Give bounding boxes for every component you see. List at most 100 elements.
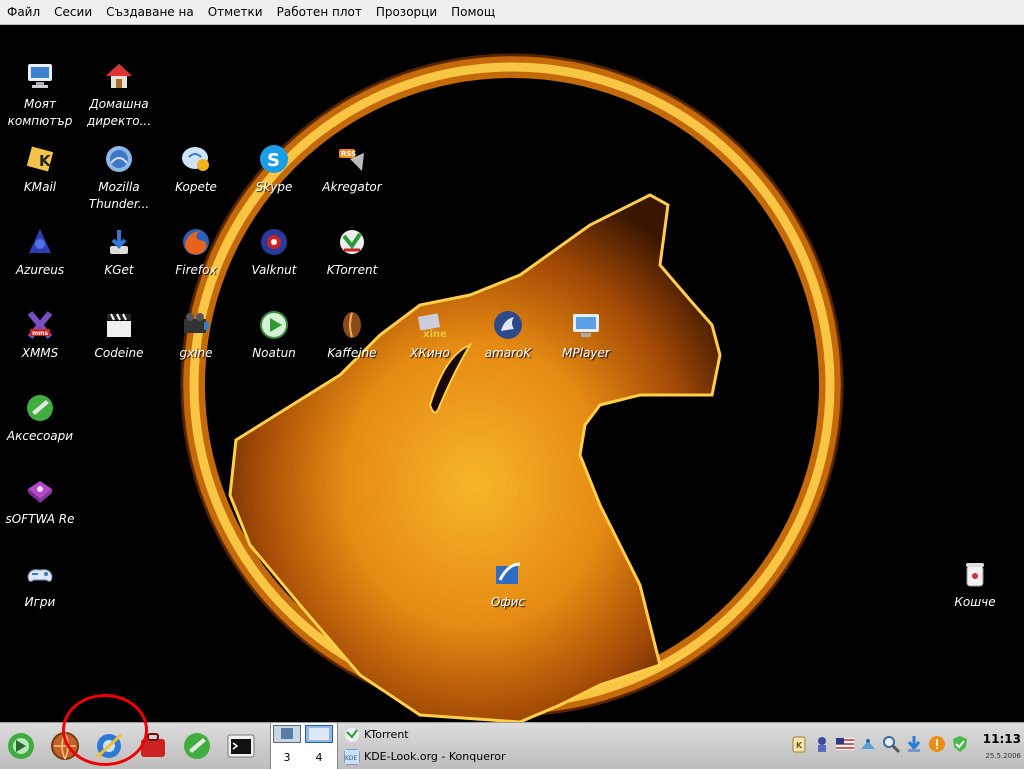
desktop-icon-label: Офис: [490, 595, 526, 609]
desktop-icon-label: Codeine: [94, 346, 144, 360]
desktop-icon-amarok[interactable]: amaroK: [469, 309, 547, 362]
kde-look-icon: KDE: [344, 749, 360, 765]
desktop-icon-label: Mozilla Thunder...: [88, 180, 150, 211]
ktorrent-icon: [345, 728, 359, 742]
pager-thumbnail-3[interactable]: [273, 725, 301, 743]
desktop-icon-software[interactable]: sOFTWA Re: [1, 475, 79, 528]
desktop-icon-my-computer[interactable]: Моят компютър: [1, 60, 79, 130]
desktop-icon-kopete[interactable]: Kopete: [157, 143, 235, 196]
desktop-icon-label: XMMS: [21, 346, 59, 360]
svg-text:K: K: [39, 152, 52, 170]
desktop-icon-label: Noatun: [252, 346, 296, 360]
desktop-icon-home[interactable]: Домашна директо...: [80, 60, 158, 130]
desktop-icon-label: Kaffeine: [327, 346, 377, 360]
clock[interactable]: 11:13 25.5.2006: [981, 732, 1021, 760]
desktop-icon-label: XКино: [410, 346, 450, 360]
menu-sessions[interactable]: Сесии: [47, 0, 99, 24]
desktop-icon-label: Skype: [255, 180, 293, 194]
home-folder-icon: [106, 64, 132, 88]
search-icon[interactable]: [882, 735, 900, 753]
desktop-icon-firefox[interactable]: Firefox: [157, 226, 235, 279]
svg-text:xine: xine: [423, 329, 446, 340]
desktop-icon-label: KTorrent: [326, 263, 378, 277]
desktop-icon-kmail[interactable]: K KMail: [1, 143, 79, 196]
amarok-icon: [494, 311, 522, 339]
desktop-icon-label: Valknut: [251, 263, 297, 277]
skype-icon: S: [260, 145, 288, 173]
desktop-icon-valknut[interactable]: Valknut: [235, 226, 313, 279]
task-label: KDE-Look.org - Konqueror: [364, 750, 506, 763]
thunderbird-icon: [106, 146, 132, 172]
valknut-icon: [261, 229, 287, 255]
pager-desktop-3[interactable]: 3: [271, 747, 303, 769]
check-shield-icon[interactable]: [951, 735, 969, 753]
desktop-icon-label: Azureus: [15, 263, 65, 277]
mplayer-icon: [573, 314, 599, 337]
desktop-icon-akregator[interactable]: RSS Akregator: [313, 143, 391, 196]
alert-icon[interactable]: [928, 735, 946, 753]
desktop-icon-trash[interactable]: Кошче: [936, 558, 1014, 611]
menubar: Файл Сесии Създаване на Отметки Работен …: [0, 0, 1024, 25]
desktop-icon-label: Kopete: [175, 180, 217, 194]
desktop-icon-xkino[interactable]: xine XКино: [391, 309, 469, 362]
us-flag-icon[interactable]: [836, 735, 854, 753]
desktop-icon-azureus[interactable]: Azureus: [1, 226, 79, 279]
menu-bookmarks[interactable]: Отметки: [201, 0, 270, 24]
task-konqueror[interactable]: KDE KDE-Look.org - Konqueror: [344, 747, 506, 767]
robot-icon[interactable]: [813, 735, 831, 753]
menu-desktop[interactable]: Работен плот: [270, 0, 369, 24]
desktop-icon-ktorrent[interactable]: KTorrent: [313, 226, 391, 279]
desktop-icon-label: sOFTWA Re: [5, 512, 75, 526]
menu-new[interactable]: Създаване на: [99, 0, 201, 24]
kopete-icon: [182, 147, 209, 171]
ktorrent-icon: [340, 230, 364, 254]
coffee-bean-icon: [343, 312, 361, 338]
desktop-icon-thunderbird[interactable]: Mozilla Thunder...: [80, 143, 158, 213]
menu-windows[interactable]: Прозорци: [369, 0, 444, 24]
svg-text:KDE: KDE: [345, 755, 358, 762]
debian-package-icon: [28, 481, 52, 503]
firefox-icon: [183, 229, 209, 255]
klipper-icon[interactable]: K: [790, 735, 808, 753]
desktop-icon-label: Домашна директо...: [86, 97, 152, 128]
desktop-icon-gxine[interactable]: gxine: [157, 309, 235, 362]
desktop-icon-mplayer[interactable]: MPlayer: [547, 309, 625, 362]
menu-help[interactable]: Помощ: [444, 0, 502, 24]
red-highlight-circle: [62, 694, 148, 766]
desktop-icon-accessories[interactable]: Аксесоари: [1, 392, 79, 445]
gamepad-icon: [27, 569, 53, 582]
download-icon[interactable]: [905, 735, 923, 753]
kmenu-icon[interactable]: [4, 729, 38, 763]
desktop-icon-kaffeine[interactable]: Kaffeine: [313, 309, 391, 362]
desktop-icon-label: KMail: [23, 180, 57, 194]
desktop-icon-codeine[interactable]: Codeine: [80, 309, 158, 362]
desktop-icon-label: MPlayer: [562, 346, 610, 360]
desktop-icon-skype[interactable]: S Skype: [235, 143, 313, 196]
desktop-icon-label: Моят компютър: [7, 97, 73, 128]
task-ktorrent[interactable]: KTorrent: [344, 725, 409, 745]
desktop-pager: 3 4: [270, 723, 338, 769]
desktop-icon-noatun[interactable]: Noatun: [235, 309, 313, 362]
taskbar: 3 4 KTorrent KDE KDE-Look.org - Konquero…: [0, 722, 1024, 769]
xmms-icon: mms: [27, 311, 53, 339]
play-icon: [260, 311, 288, 339]
kget-icon: [110, 230, 128, 254]
desktop-icon-label: gxine: [179, 346, 213, 360]
network-icon[interactable]: [859, 735, 877, 753]
office-icon: [496, 562, 521, 584]
desktop-icon-games[interactable]: Игри: [1, 558, 79, 611]
accessories-icon[interactable]: [180, 729, 214, 763]
desktop-icon-label: Аксесоари: [6, 429, 74, 443]
desktop-icon-kget[interactable]: KGet: [80, 226, 158, 279]
desktop-icon-xmms[interactable]: mms XMMS: [1, 309, 79, 362]
menu-file[interactable]: Файл: [0, 0, 47, 24]
kmail-icon: K: [26, 146, 54, 172]
clock-date: 25.5.2006: [985, 752, 1021, 760]
pager-thumbnail-4[interactable]: [305, 725, 333, 743]
desktop-icon-label: Игри: [24, 595, 56, 609]
clock-time: 11:13: [982, 732, 1021, 746]
desktop-icon-label: KGet: [104, 263, 134, 277]
pager-desktop-4[interactable]: 4: [303, 747, 335, 769]
desktop-icon-office[interactable]: Офис: [469, 558, 547, 611]
terminal-icon[interactable]: [224, 729, 258, 763]
